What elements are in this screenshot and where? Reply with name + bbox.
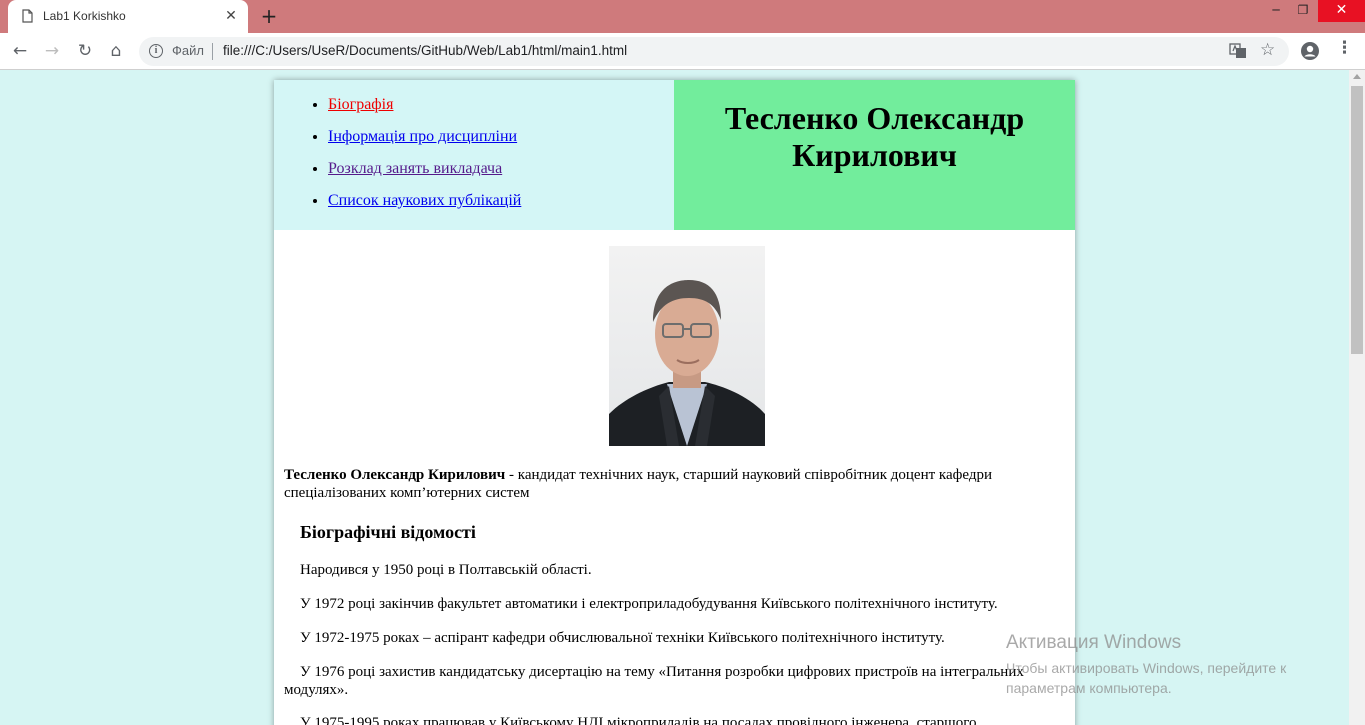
scroll-up-arrow-icon[interactable] [1353,74,1361,79]
document-icon [22,9,33,23]
more-menu-icon[interactable]: ⋮ [1336,38,1353,58]
nav-link-disciplines[interactable]: Інформація про дисципліни [328,128,517,145]
title-line-2: Кирилович [792,137,957,173]
portrait-photo [609,246,765,446]
nav-link-biography[interactable]: Біографія [328,96,393,113]
page-viewport: Біографія Інформація про дисципліни Розк… [0,70,1349,725]
list-item: Розклад занять викладача [328,158,521,190]
forward-arrow-icon[interactable]: → [40,39,64,63]
list-item: Список наукових публікацій [328,190,521,222]
header-panel: Тесленко Олександр Кирилович [674,80,1075,230]
browser-toolbar: ← → ↻ ⌂ i Файл file:///C:/Users/UseR/Doc… [0,33,1365,70]
translate-icon[interactable] [1229,42,1247,60]
new-tab-button[interactable]: + [259,5,279,27]
biography-paragraph: У 1972 році закінчив факультет автоматик… [300,596,998,612]
intro-paragraph: Тесленко Олександр Кирилович - кандидат … [284,466,1064,502]
close-window-icon[interactable]: ✕ [1318,0,1365,22]
biography-heading: Біографічні відомості [300,522,476,542]
intro-name: Тесленко Олександр Кирилович [284,467,506,483]
browser-tab[interactable]: Lab1 Korkishko ✕ [8,0,248,33]
nav-link-schedule[interactable]: Розклад занять викладача [328,160,502,177]
reload-icon[interactable]: ↻ [73,39,97,63]
biography-paragraph: У 1976 році захистив кандидатську дисерт… [284,664,1024,698]
scheme-label: Файл [172,43,204,58]
biography-paragraph: У 1975-1995 роках працював у Київському … [300,715,977,725]
list-item: Біографія [328,94,521,126]
nav-link-publications[interactable]: Список наукових публікацій [328,192,521,209]
page-container: Біографія Інформація про дисципліни Розк… [274,80,1075,725]
url-text[interactable]: file:///C:/Users/UseR/Documents/GitHub/W… [223,43,627,58]
biography-paragraph: Народився у 1950 році в Полтавській обла… [300,562,592,578]
back-arrow-icon[interactable]: ← [8,39,32,63]
account-icon[interactable] [1300,41,1320,61]
bookmark-star-icon[interactable]: ☆ [1260,40,1275,60]
site-info-icon[interactable]: i [149,44,163,58]
home-icon[interactable]: ⌂ [104,39,128,63]
list-item: Інформація про дисципліни [328,126,521,158]
close-tab-icon[interactable]: ✕ [224,9,238,23]
restore-window-icon[interactable]: ❐ [1289,0,1317,22]
navigation-panel: Біографія Інформація про дисципліни Розк… [274,80,674,230]
divider [212,43,213,60]
vertical-scrollbar[interactable] [1349,70,1365,725]
page-title: Тесленко Олександр Кирилович [674,100,1075,174]
nav-list: Біографія Інформація про дисципліни Розк… [328,94,521,222]
biography-paragraph: У 1972-1975 роках – аспірант кафедри обч… [300,630,945,646]
tab-title: Lab1 Korkishko [43,9,126,23]
minimize-window-icon[interactable]: ─ [1262,0,1290,22]
tab-strip: Lab1 Korkishko ✕ + ─ ❐ ✕ [0,0,1365,33]
address-bar[interactable]: i Файл file:///C:/Users/UseR/Documents/G… [139,37,1289,66]
title-line-1: Тесленко Олександр [724,100,1025,136]
scrollbar-thumb[interactable] [1351,86,1363,354]
